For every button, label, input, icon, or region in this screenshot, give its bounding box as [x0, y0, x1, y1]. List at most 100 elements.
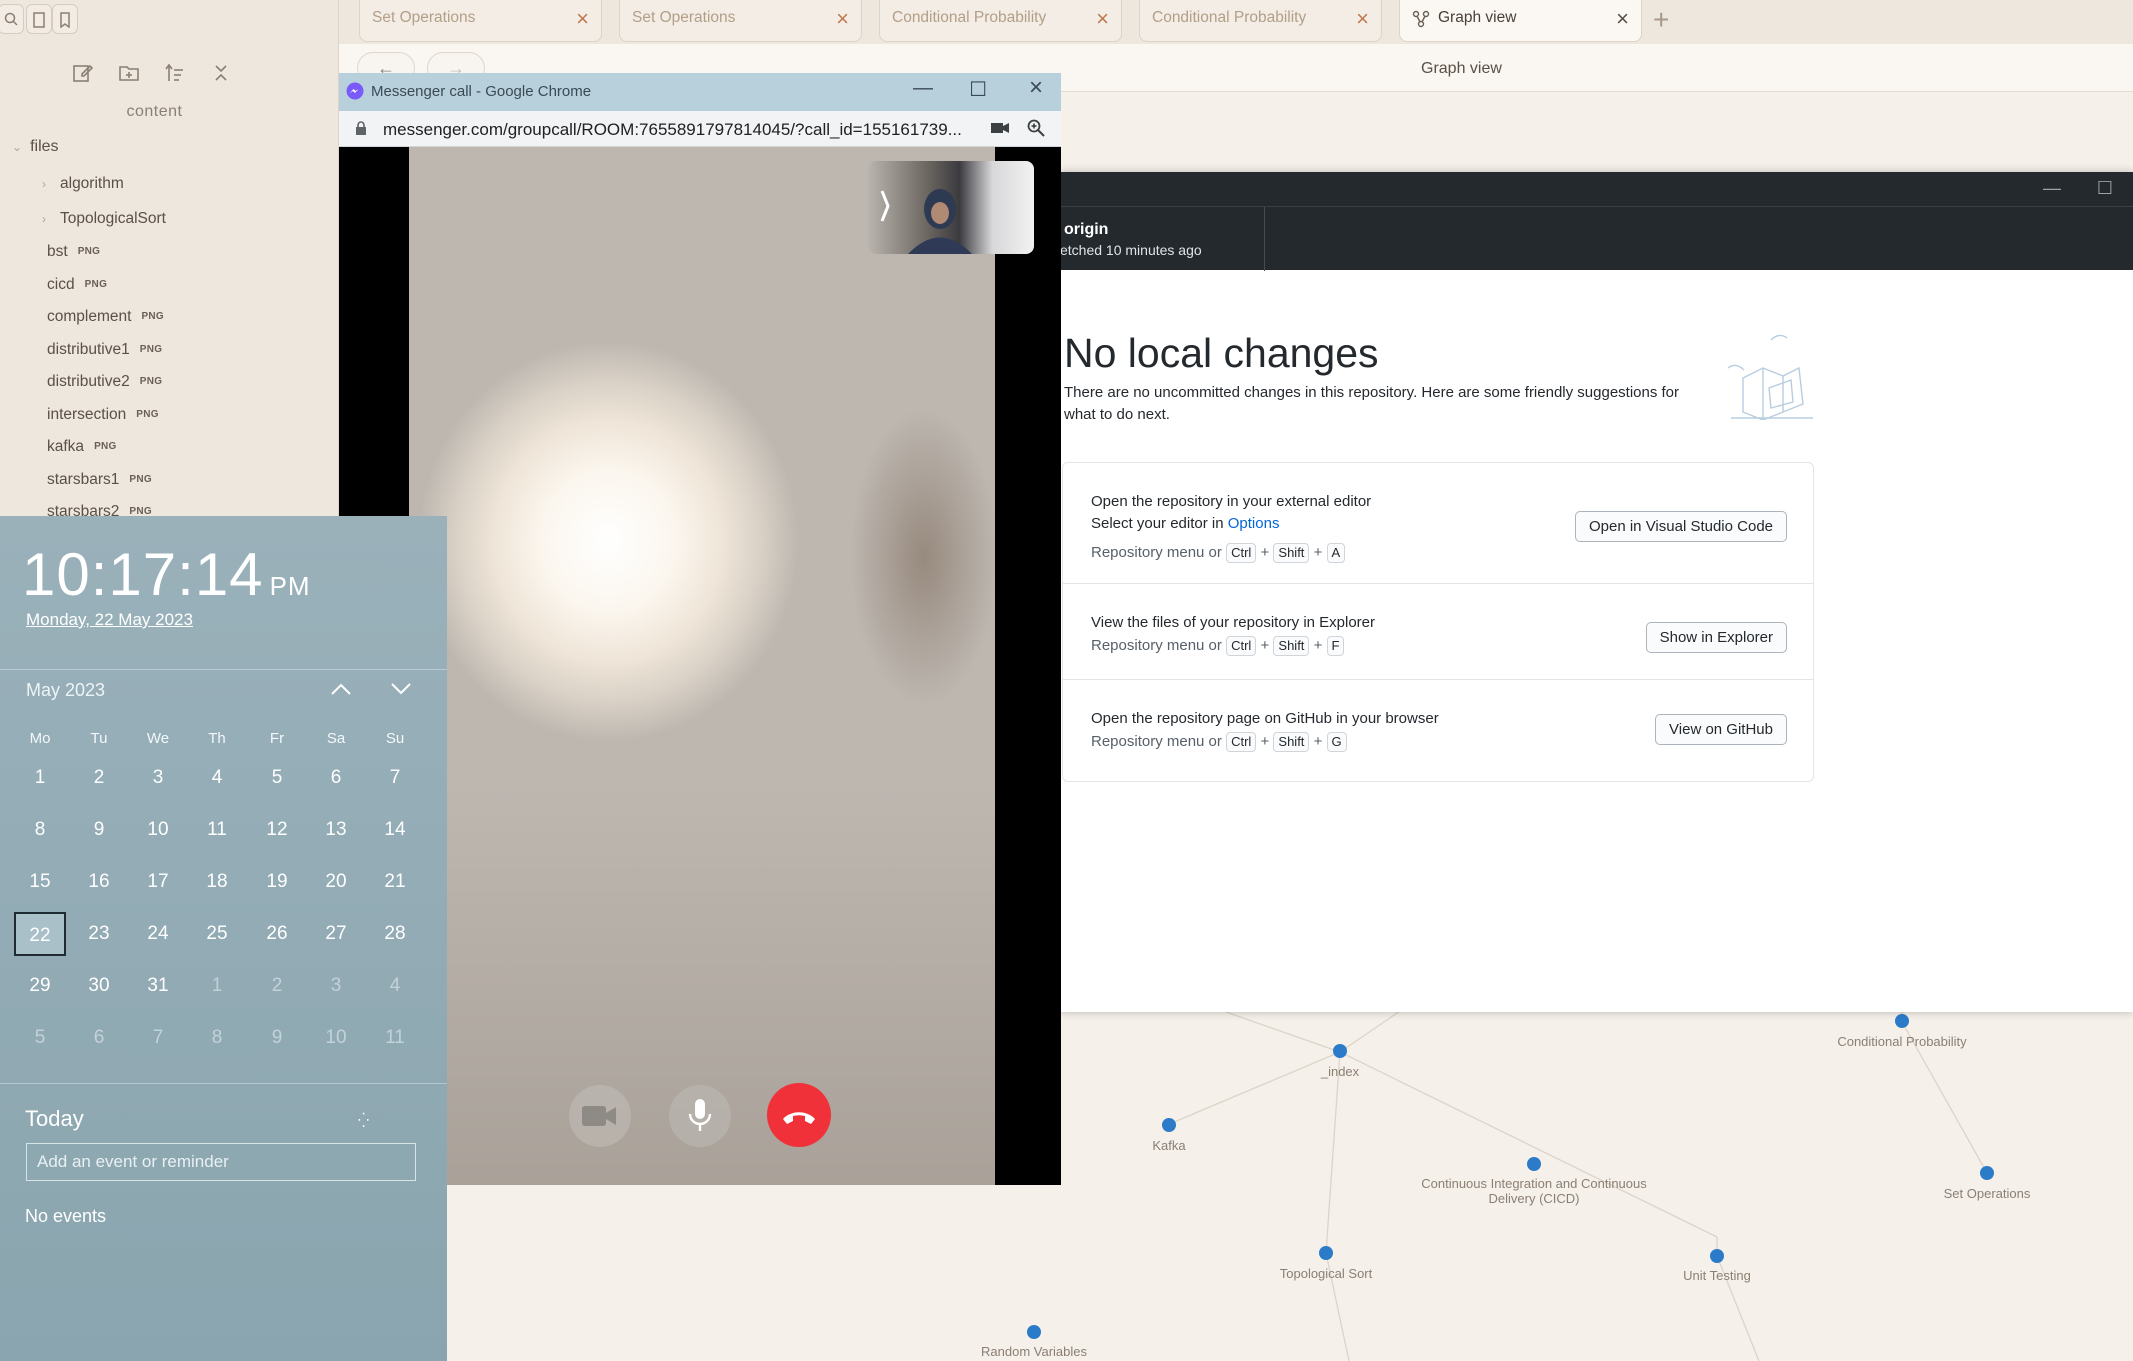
- open-in-vscode-button[interactable]: Open in Visual Studio Code: [1574, 511, 1787, 542]
- maximize-icon[interactable]: ☐: [2097, 178, 2113, 199]
- calendar-day[interactable]: 13: [310, 808, 362, 852]
- calendar-day[interactable]: 1: [14, 756, 66, 800]
- calendar-day[interactable]: 23: [73, 912, 125, 956]
- options-link[interactable]: Options: [1228, 515, 1280, 532]
- calendar-day[interactable]: 14: [369, 808, 421, 852]
- calendar-day[interactable]: 10: [132, 808, 184, 852]
- end-call-button[interactable]: [767, 1083, 831, 1147]
- graph-node-unit-testing[interactable]: [1710, 1249, 1724, 1263]
- add-event-input[interactable]: [26, 1143, 416, 1181]
- calendar-day[interactable]: 8: [191, 1016, 243, 1060]
- file-item[interactable]: complement PNG: [47, 308, 164, 326]
- current-date-link[interactable]: Monday, 22 May 2023: [26, 610, 193, 630]
- calendar-day[interactable]: 4: [191, 756, 243, 800]
- chevron-down-icon[interactable]: [390, 676, 412, 702]
- tab-set-operations-2[interactable]: Set Operations ×: [619, 0, 862, 42]
- minimize-icon[interactable]: —: [913, 77, 933, 100]
- calendar-day[interactable]: 12: [251, 808, 303, 852]
- calendar-day[interactable]: 21: [369, 860, 421, 904]
- graph-node-cicd[interactable]: [1527, 1157, 1541, 1171]
- calendar-day[interactable]: 2: [251, 964, 303, 1008]
- close-icon[interactable]: ×: [576, 6, 589, 32]
- search-icon[interactable]: [0, 4, 24, 34]
- file-item[interactable]: bst PNG: [47, 243, 100, 261]
- new-folder-icon[interactable]: [118, 62, 144, 88]
- collapse-all-icon[interactable]: [210, 62, 236, 88]
- camera-icon[interactable]: [991, 121, 1009, 140]
- folder-algorithm[interactable]: › algorithm: [42, 175, 124, 193]
- calendar-day[interactable]: 3: [310, 964, 362, 1008]
- calendar-day[interactable]: 9: [251, 1016, 303, 1060]
- new-note-icon[interactable]: [72, 62, 98, 88]
- calendar-day[interactable]: 15: [14, 860, 66, 904]
- calendar-day[interactable]: 6: [73, 1016, 125, 1060]
- file-item[interactable]: cicd PNG: [47, 276, 107, 294]
- folder-topologicalsort[interactable]: › TopologicalSort: [42, 210, 166, 228]
- close-icon[interactable]: ×: [1029, 74, 1043, 102]
- mute-button[interactable]: [669, 1085, 731, 1147]
- tab-graph-view[interactable]: Graph view ×: [1399, 0, 1642, 42]
- calendar-day[interactable]: 8: [14, 808, 66, 852]
- calendar-day[interactable]: 19: [251, 860, 303, 904]
- calendar-day[interactable]: 24: [132, 912, 184, 956]
- calendar-day[interactable]: 5: [251, 756, 303, 800]
- tab-set-operations[interactable]: Set Operations ×: [359, 0, 602, 42]
- bookmark-icon[interactable]: [52, 4, 78, 34]
- graph-node-kafka[interactable]: [1162, 1118, 1176, 1132]
- calendar-day[interactable]: 26: [251, 912, 303, 956]
- file-item[interactable]: distributive1 PNG: [47, 341, 162, 359]
- file-item[interactable]: kafka PNG: [47, 438, 117, 456]
- calendar-day[interactable]: 4: [369, 964, 421, 1008]
- calendar-day[interactable]: 11: [191, 808, 243, 852]
- calendar-day[interactable]: 11: [369, 1016, 421, 1060]
- graph-node-conditional-probability[interactable]: [1895, 1014, 1909, 1028]
- calendar-day[interactable]: 3: [132, 756, 184, 800]
- file-item[interactable]: distributive2 PNG: [47, 373, 162, 391]
- view-on-github-button[interactable]: View on GitHub: [1655, 714, 1787, 745]
- calendar-day[interactable]: 28: [369, 912, 421, 956]
- calendar-day[interactable]: 30: [73, 964, 125, 1008]
- calendar-day[interactable]: 1: [191, 964, 243, 1008]
- zoom-icon[interactable]: [1027, 119, 1045, 142]
- tab-conditional-probability-2[interactable]: Conditional Probability ×: [1139, 0, 1382, 42]
- chevron-up-icon[interactable]: [330, 676, 352, 702]
- calendar-day[interactable]: 27: [310, 912, 362, 956]
- tab-conditional-probability[interactable]: Conditional Probability ×: [879, 0, 1122, 42]
- file-item[interactable]: intersection PNG: [47, 406, 159, 424]
- calendar-day[interactable]: 18: [191, 860, 243, 904]
- calendar-day[interactable]: 7: [369, 756, 421, 800]
- close-icon[interactable]: ×: [836, 6, 849, 32]
- new-tab-icon[interactable]: +: [1653, 4, 1669, 36]
- calendar-day[interactable]: 5: [14, 1016, 66, 1060]
- calendar-day[interactable]: 31: [132, 964, 184, 1008]
- calendar-day[interactable]: 16: [73, 860, 125, 904]
- video-toggle-button[interactable]: [569, 1085, 631, 1147]
- graph-node-index[interactable]: [1333, 1044, 1347, 1058]
- files-icon[interactable]: [26, 4, 52, 34]
- self-view-video[interactable]: [868, 161, 1034, 254]
- show-in-explorer-button[interactable]: Show in Explorer: [1645, 622, 1787, 653]
- calendar-day[interactable]: 9: [73, 808, 125, 852]
- calendar-day[interactable]: 17: [132, 860, 184, 904]
- calendar-day[interactable]: 10: [310, 1016, 362, 1060]
- calendar-day-today[interactable]: 22: [14, 912, 66, 956]
- minimize-icon[interactable]: —: [2043, 178, 2061, 199]
- close-icon[interactable]: ×: [1096, 6, 1109, 32]
- calendar-day[interactable]: 29: [14, 964, 66, 1008]
- graph-node-topological-sort[interactable]: [1319, 1246, 1333, 1260]
- address-bar[interactable]: messenger.com/groupcall/ROOM:76558917978…: [339, 111, 1061, 147]
- calendar-day[interactable]: 7: [132, 1016, 184, 1060]
- close-icon[interactable]: ×: [1616, 6, 1629, 32]
- graph-node-set-operations[interactable]: [1980, 1166, 1994, 1180]
- sort-icon[interactable]: [164, 62, 190, 88]
- calendar-day[interactable]: 6: [310, 756, 362, 800]
- calendar-day[interactable]: 2: [73, 756, 125, 800]
- calendar-day[interactable]: 25: [191, 912, 243, 956]
- calendar-day[interactable]: 20: [310, 860, 362, 904]
- calendar-month-label[interactable]: May 2023: [26, 680, 105, 701]
- graph-node-random-variables[interactable]: [1027, 1325, 1041, 1339]
- maximize-icon[interactable]: ☐: [969, 77, 987, 102]
- close-icon[interactable]: ×: [1356, 6, 1369, 32]
- folder-files[interactable]: ⌄ files: [12, 138, 59, 156]
- file-item[interactable]: starsbars1 PNG: [47, 471, 152, 489]
